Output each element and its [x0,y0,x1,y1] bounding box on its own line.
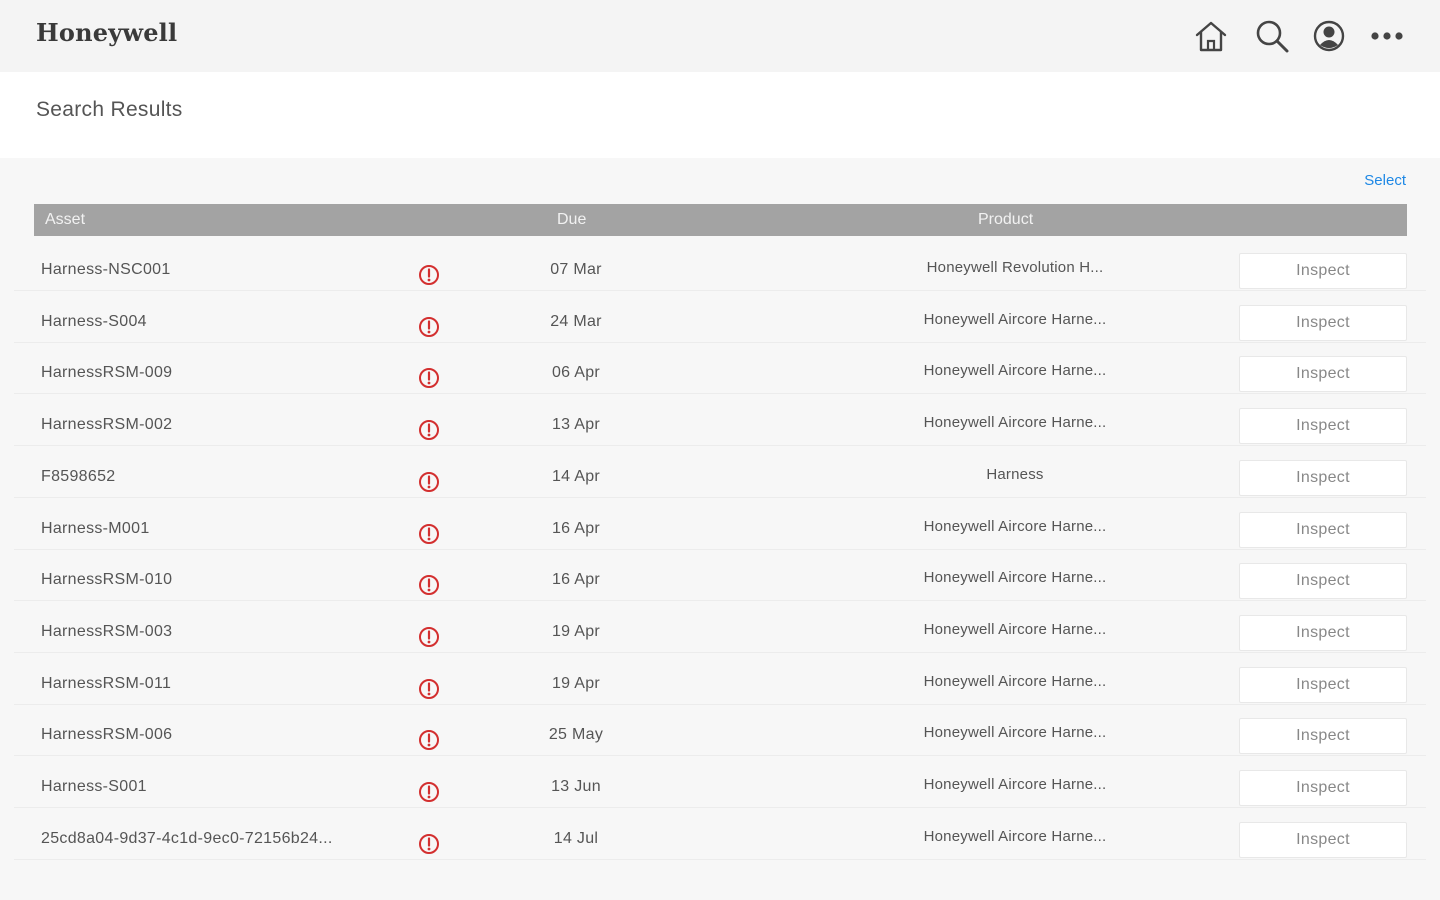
overdue-alert-icon [418,729,440,751]
asset-name: HarnessRSM-009 [41,364,173,382]
inspect-button[interactable]: Inspect [1239,253,1407,289]
product-name: Honeywell Aircore Harne... [923,724,1107,742]
due-date: 14 Jul [553,829,599,847]
more-icon[interactable] [1369,18,1405,54]
column-header-due: Due [557,211,587,228]
asset-name: F8598652 [41,467,116,485]
table-row[interactable]: 25cd8a04-9d37-4c1d-9ec0-72156b24... 14 Ju… [14,807,1426,860]
due-date: 16 Apr [551,519,601,537]
asset-name: HarnessRSM-003 [41,622,173,640]
overdue-alert-icon [418,316,440,338]
user-icon[interactable] [1311,18,1347,54]
overdue-alert-icon [418,626,440,648]
overdue-alert-icon [418,367,440,389]
asset-name: Harness-M001 [41,519,150,537]
table-row[interactable]: F8598652 14 Apr Harness Inspect [14,445,1426,498]
inspect-button[interactable]: Inspect [1239,459,1407,496]
inspect-button[interactable]: Inspect [1239,304,1407,341]
table-row[interactable]: HarnessRSM-009 06 Apr Honeywell Aircore Ha… [14,341,1426,395]
inspect-button[interactable]: Inspect [1239,718,1407,755]
table-row[interactable]: Harness-S001 13 Jun Honeywell Aircore Harn… [14,755,1426,808]
overdue-alert-icon [418,678,440,700]
asset-name: HarnessRSM-006 [41,726,173,744]
asset-name: HarnessRSM-002 [41,416,173,434]
overdue-alert-icon [418,419,440,441]
inspect-button[interactable]: Inspect [1239,563,1407,600]
product-name: Honeywell Revolution H... [926,259,1104,276]
app-header: Honeywell [0,0,1440,72]
brand-logo: Honeywell [36,18,178,47]
due-date: 13 Jun [551,778,601,795]
product-name: Honeywell Aircore Harne... [923,672,1107,690]
due-date: 19 Apr [551,622,601,640]
due-date: 06 Apr [551,364,601,382]
inspect-button[interactable]: Inspect [1239,614,1407,651]
asset-name: Harness-S001 [41,778,147,795]
due-date: 19 Apr [551,674,601,692]
search-icon[interactable] [1254,18,1290,54]
table-header: Asset Due Product [34,204,1407,236]
product-name: Honeywell Aircore Harne... [923,569,1107,587]
inspect-button[interactable]: Inspect [1239,511,1407,548]
table-row[interactable]: HarnessRSM-002 13 Apr Honeywell Aircore Ha… [14,393,1426,447]
table-row[interactable]: Harness-NSC001 07 Mar Honeywell Revolution… [14,242,1426,291]
table-row[interactable]: HarnessRSM-003 19 Apr Honeywell Aircore Ha… [14,600,1426,653]
asset-name: HarnessRSM-010 [41,571,173,589]
overdue-alert-icon [418,574,440,596]
asset-name: Harness-S004 [41,312,147,330]
inspect-button[interactable]: Inspect [1239,356,1407,393]
overdue-alert-icon [418,264,440,286]
overdue-alert-icon [418,523,440,545]
overdue-alert-icon [418,471,440,493]
table-row[interactable]: HarnessRSM-006 25 May Honeywell Aircore Ha… [14,703,1426,757]
overdue-alert-icon [418,833,440,855]
product-name: Harness [986,465,1044,483]
asset-name: 25cd8a04-9d37-4c1d-9ec0-72156b24... [41,829,333,847]
asset-name: Harness-NSC001 [41,261,171,278]
column-header-product: Product [978,211,1034,228]
page-title: Search Results [36,98,183,121]
results-list: Harness-NSC001 07 Mar Honeywell Revolution… [0,242,1440,890]
asset-name: HarnessRSM-011 [41,674,172,692]
due-date: 14 Apr [551,467,601,485]
product-name: Honeywell Aircore Harne... [923,310,1107,328]
inspect-button[interactable]: Inspect [1239,770,1407,806]
inspect-button[interactable]: Inspect [1239,666,1407,703]
product-name: Honeywell Aircore Harne... [923,620,1107,638]
product-name: Honeywell Aircore Harne... [923,827,1107,845]
title-bar: Search Results [0,72,1440,158]
due-date: 16 Apr [551,571,601,589]
overdue-alert-icon [418,781,440,803]
inspect-button[interactable]: Inspect [1239,821,1407,858]
table-row[interactable]: HarnessRSM-010 16 Apr Honeywell Aircore Ha… [14,548,1426,602]
home-icon[interactable] [1193,18,1229,54]
product-name: Honeywell Aircore Harne... [923,362,1107,380]
select-link[interactable]: Select [1364,172,1406,189]
table-row[interactable]: Harness-M001 16 Apr Honeywell Aircore Harn… [14,497,1426,550]
inspect-button[interactable]: Inspect [1239,408,1407,445]
column-header-asset: Asset [45,211,86,228]
product-name: Honeywell Aircore Harne... [923,776,1107,793]
product-name: Honeywell Aircore Harne... [923,414,1107,432]
product-name: Honeywell Aircore Harne... [923,517,1107,535]
due-date: 25 May [548,726,604,744]
due-date: 07 Mar [550,261,602,278]
table-row[interactable]: HarnessRSM-011 19 Apr Honeywell Aircore Ha… [14,652,1426,705]
due-date: 13 Apr [551,416,601,434]
due-date: 24 Mar [550,312,602,330]
table-row[interactable]: Harness-S004 24 Mar Honeywell Aircore Harn… [14,290,1426,343]
